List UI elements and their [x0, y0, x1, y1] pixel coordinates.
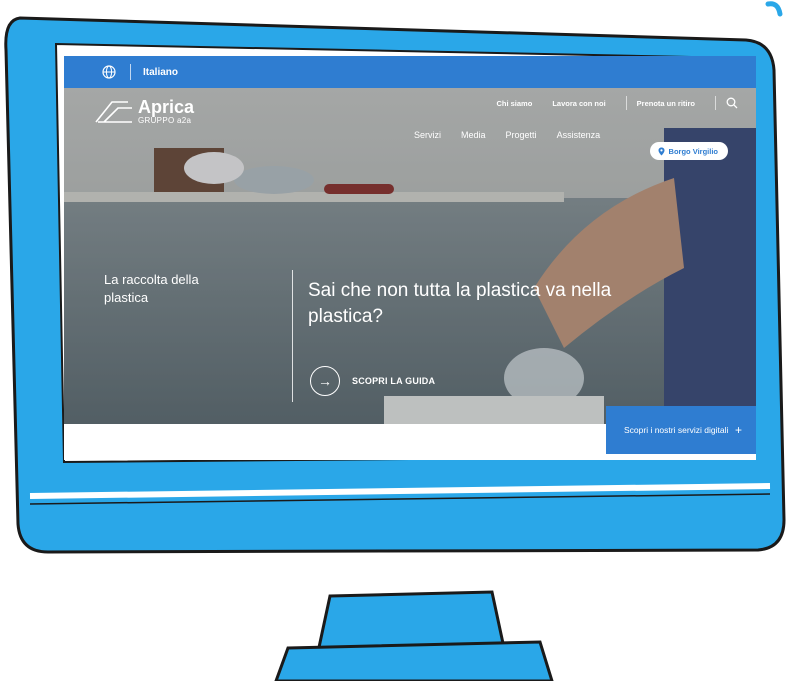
- top-bar: Italiano: [64, 56, 756, 88]
- pin-icon: [658, 147, 665, 155]
- plus-icon: +: [734, 423, 742, 437]
- logo-subtitle: GRUPPO a2a: [138, 116, 192, 125]
- search-icon[interactable]: [726, 97, 738, 109]
- scopri-guida-button[interactable]: → SCOPRI LA GUIDA: [310, 366, 435, 396]
- hero-banner: Aprica GRUPPO a2a Chi siamo Lavora con n…: [64, 88, 756, 424]
- nav-item-servizi[interactable]: Servizi: [414, 130, 441, 140]
- utility-nav: Chi siamo Lavora con noi Prenota un riti…: [496, 96, 756, 110]
- cta-label: SCOPRI LA GUIDA: [352, 376, 436, 386]
- nav-item-media[interactable]: Media: [461, 130, 486, 140]
- utility-link-lavora-con-noi[interactable]: Lavora con noi: [552, 99, 605, 108]
- hero-category: La raccolta della plastica: [104, 272, 199, 305]
- hero-headline: Sai che non tutta la plastica va nella p…: [308, 280, 612, 327]
- language-selector[interactable]: Italiano: [143, 67, 178, 78]
- location-label: Borgo Virgilio: [668, 146, 718, 156]
- digital-services-label: Scopri i nostri servizi digitali: [624, 425, 729, 435]
- divider: [715, 96, 716, 110]
- globe-icon[interactable]: [102, 65, 116, 79]
- nav-item-progetti[interactable]: Progetti: [506, 130, 537, 140]
- divider: [130, 64, 131, 80]
- logo-name: Aprica: [138, 97, 195, 117]
- divider: [625, 96, 627, 110]
- arrow-right-icon: →: [310, 366, 340, 396]
- hero-divider: [292, 270, 293, 402]
- website-screen: Italiano Aprica GRUPPO a2a Chi siamo Lav…: [64, 56, 756, 460]
- nav-item-assistenza[interactable]: Assistenza: [557, 130, 601, 140]
- logo-mark: [95, 101, 132, 123]
- utility-link-chi-siamo[interactable]: Chi siamo: [496, 99, 532, 108]
- main-nav: Servizi Media Progetti Assistenza: [414, 130, 620, 140]
- utility-link-prenota-ritiro[interactable]: Prenota un ritiro: [637, 99, 695, 108]
- digital-services-button[interactable]: Scopri i nostri servizi digitali +: [606, 406, 756, 454]
- location-button[interactable]: Borgo Virgilio: [649, 142, 728, 160]
- aprica-logo[interactable]: Aprica GRUPPO a2a: [94, 98, 194, 126]
